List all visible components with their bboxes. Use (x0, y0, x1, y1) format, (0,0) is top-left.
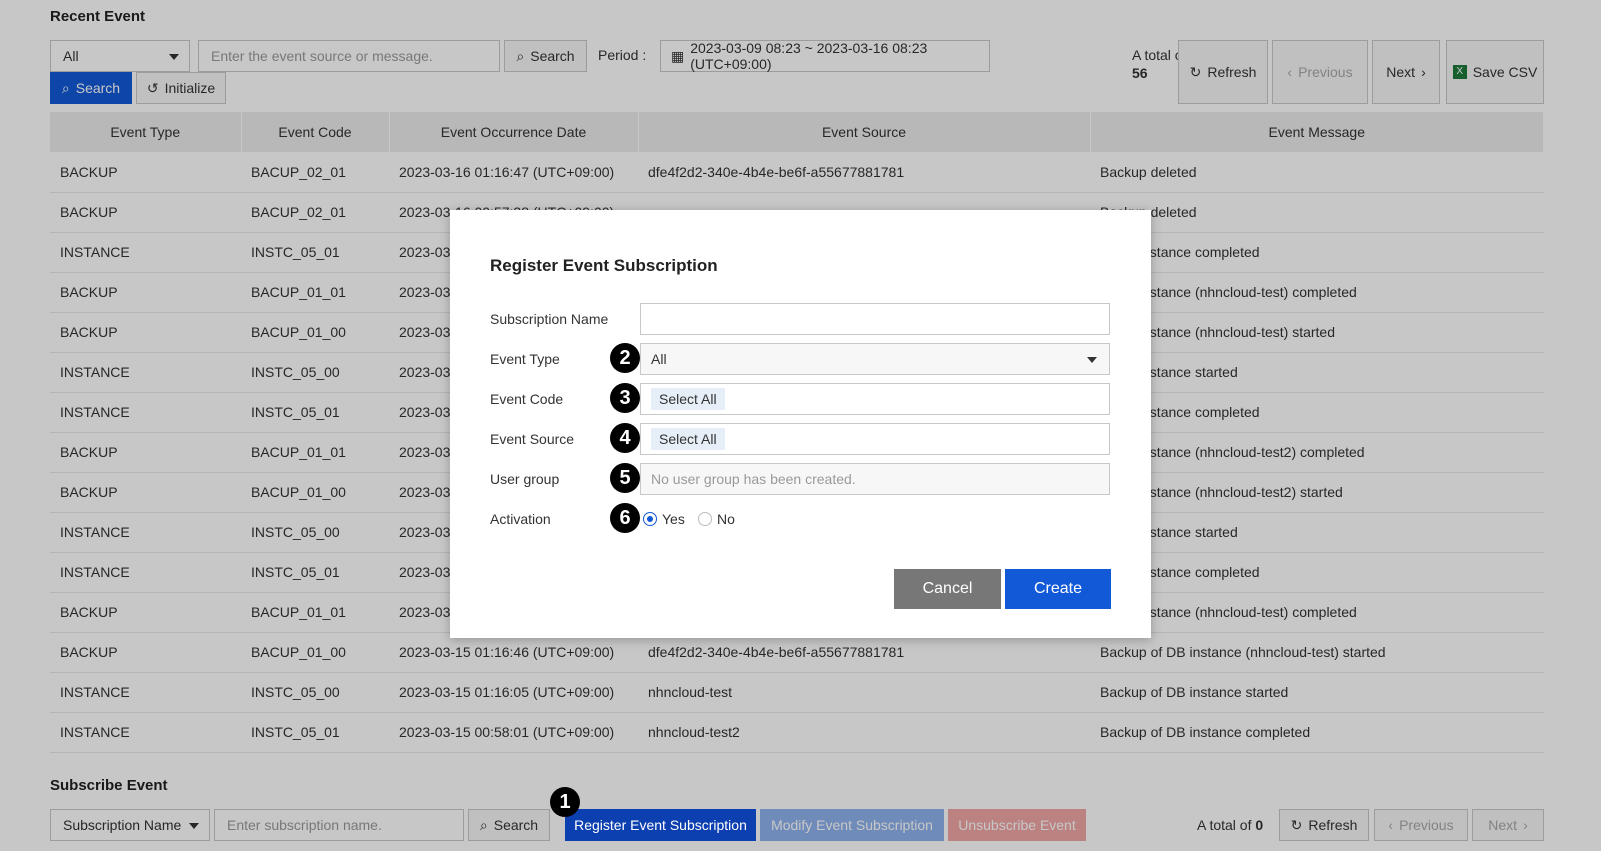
modal-title: Register Event Subscription (490, 256, 718, 275)
event-code-select[interactable]: Select All (640, 383, 1110, 415)
event-type-select[interactable]: All (640, 343, 1110, 375)
event-type-value: All (651, 351, 667, 367)
user-group-label: User group (490, 471, 560, 487)
step-badge-2: 2 (610, 343, 640, 373)
user-group-select[interactable]: No user group has been created. (640, 463, 1110, 495)
subscription-name-input[interactable] (640, 303, 1110, 335)
activation-no-radio[interactable] (698, 512, 712, 526)
event-source-chip[interactable]: Select All (651, 428, 725, 450)
cancel-button[interactable]: Cancel (894, 569, 1001, 609)
subscription-name-label: Subscription Name (490, 311, 609, 327)
chevron-down-icon (1087, 357, 1097, 363)
user-group-placeholder: No user group has been created. (651, 471, 856, 487)
step-badge-4: 4 (610, 423, 640, 453)
event-code-label: Event Code (490, 391, 564, 407)
event-type-label: Event Type (490, 351, 560, 367)
activation-yes-radio[interactable] (643, 512, 657, 526)
activation-yes-label: Yes (662, 511, 685, 527)
step-badge-3: 3 (610, 383, 640, 413)
step-badge-1: 1 (550, 787, 580, 817)
event-code-chip[interactable]: Select All (651, 388, 725, 410)
create-button[interactable]: Create (1005, 569, 1111, 609)
event-source-select[interactable]: Select All (640, 423, 1110, 455)
step-badge-6: 6 (610, 503, 640, 533)
register-subscription-button-highlight[interactable]: Register Event Subscription (565, 809, 756, 841)
event-source-label: Event Source (490, 431, 575, 447)
activation-label: Activation (490, 511, 551, 527)
activation-no-label: No (717, 511, 735, 527)
register-subscription-modal: Register Event Subscription Subscription… (450, 210, 1151, 638)
event-page: Recent Event All ⌕ Search Period : ▦ 202… (0, 0, 1601, 851)
step-badge-5: 5 (610, 463, 640, 493)
